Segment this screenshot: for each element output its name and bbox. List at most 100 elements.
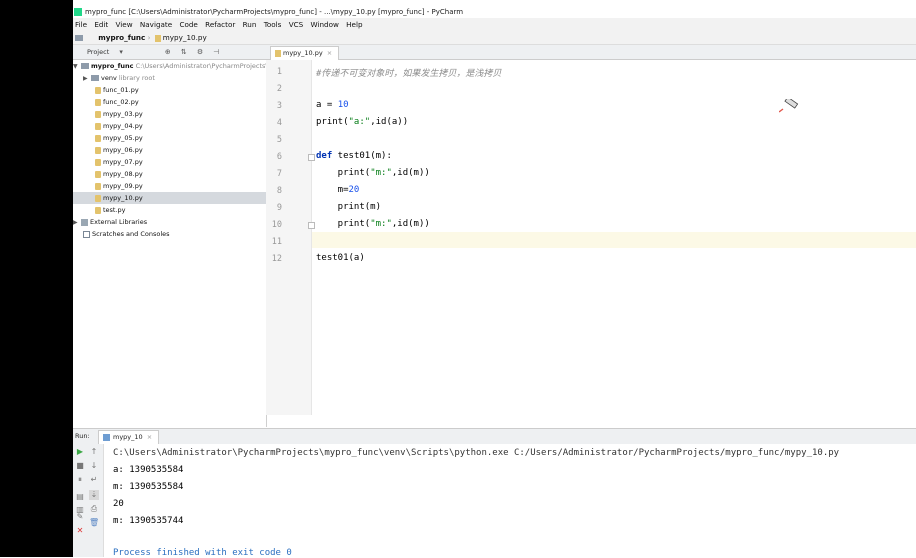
editor-tab-mypy-10[interactable]: mypy_10.py × — [270, 46, 340, 60]
menu-edit[interactable]: Edit — [94, 18, 108, 31]
code-token: print( — [316, 117, 349, 127]
tree-file[interactable]: mypy_06.py — [95, 144, 143, 156]
chevron-right-icon[interactable]: ▶ — [73, 217, 81, 229]
tree-file[interactable]: mypy_05.py — [95, 132, 143, 144]
tree-file[interactable]: mypy_07.py — [95, 156, 143, 168]
collapse-icon[interactable]: ⇅ — [181, 45, 187, 59]
tree-file[interactable]: func_01.py — [95, 84, 139, 96]
folder-icon — [91, 75, 99, 81]
code-line-9: print(m) — [316, 202, 382, 212]
close-icon[interactable]: ✕ — [75, 526, 85, 536]
tree-file[interactable]: mypy_09.py — [95, 180, 143, 192]
tree-scratches[interactable]: Scratches and Consoles — [83, 228, 170, 240]
console-line: 20 — [113, 499, 124, 509]
line-number: 3 — [276, 101, 282, 111]
menu-view[interactable]: View — [116, 18, 133, 31]
code-token: ,id(m)) — [391, 168, 430, 178]
tree-file-label: func_02.py — [103, 98, 139, 106]
line-number: 12 — [271, 254, 282, 264]
python-file-icon — [95, 122, 101, 130]
code-string: "m:" — [370, 219, 392, 229]
hide-icon[interactable]: ⊣ — [213, 45, 219, 59]
tree-external-libraries[interactable]: ▶ External Libraries — [73, 216, 147, 228]
close-icon[interactable]: × — [327, 49, 332, 57]
soft-wrap-icon[interactable]: ↵ — [89, 475, 99, 485]
line-number: 1 — [276, 67, 282, 77]
line-number: 5 — [276, 135, 282, 145]
tree-file-label: mypy_05.py — [103, 134, 143, 142]
tree-venv[interactable]: ▶ venv library root — [83, 72, 155, 84]
menu-refactor[interactable]: Refactor — [205, 18, 235, 31]
menu-run[interactable]: Run — [243, 18, 257, 31]
tree-venv-hint: library root — [118, 74, 155, 82]
breadcrumb-separator: › — [147, 33, 151, 42]
tree-file[interactable]: test.py — [95, 204, 126, 216]
menu-bar: File Edit View Navigate Code Refactor Ru… — [73, 18, 916, 31]
pen-cursor-icon — [779, 99, 799, 113]
breadcrumb: mypro_func › mypy_10.py — [73, 31, 916, 45]
code-line-8: m=20 — [316, 185, 360, 195]
code-line-3: a = 10 — [316, 100, 349, 110]
run-tab-mypy-10[interactable]: mypy_10 × — [98, 430, 160, 444]
code-token: ,id(a)) — [370, 117, 409, 127]
project-panel-title[interactable]: Project — [87, 48, 109, 56]
library-icon — [81, 218, 88, 226]
menu-help[interactable]: Help — [346, 18, 362, 31]
arrow-down-icon[interactable]: ↓ — [89, 461, 99, 471]
pause-icon[interactable]: ⏸ — [75, 475, 85, 485]
menu-tools[interactable]: Tools — [264, 18, 282, 31]
tree-file[interactable]: mypy_08.py — [95, 168, 143, 180]
chevron-down-icon[interactable]: ▼ — [73, 61, 81, 73]
trash-icon[interactable]: 🗑 — [89, 518, 99, 528]
chevron-down-icon[interactable]: ▾ — [119, 45, 123, 59]
pin-icon[interactable]: ✎ — [75, 512, 85, 522]
tree-file-selected[interactable]: mypy_10.py — [73, 192, 266, 204]
tree-file[interactable]: mypy_03.py — [95, 108, 143, 120]
python-file-icon — [95, 86, 101, 94]
python-file-icon — [154, 34, 161, 42]
run-tab-label: mypy_10 — [113, 433, 143, 441]
arrow-up-icon[interactable]: ↑ — [89, 447, 99, 457]
window-title: mypro_func [C:\Users\Administrator\Pycha… — [85, 8, 464, 16]
menu-file[interactable]: File — [75, 18, 87, 31]
breadcrumb-file[interactable]: mypy_10.py — [163, 33, 207, 42]
code-number: 10 — [337, 100, 349, 110]
menu-code[interactable]: Code — [179, 18, 197, 31]
menu-window[interactable]: Window — [311, 18, 339, 31]
breadcrumb-project[interactable]: mypro_func — [98, 33, 145, 42]
chevron-right-icon[interactable]: ▶ — [83, 73, 91, 85]
code-token: m= — [316, 185, 349, 195]
tree-file[interactable]: mypy_04.py — [95, 120, 143, 132]
tree-file-label: mypy_03.py — [103, 110, 143, 118]
line-number: 10 — [271, 220, 282, 230]
code-line-7: print("m:",id(m)) — [316, 168, 430, 178]
code-line-10: print("m:",id(m)) — [316, 219, 430, 229]
layout-icon[interactable]: ▤ — [75, 492, 85, 502]
scroll-to-end-icon[interactable]: ⇣ — [89, 490, 99, 500]
code-token: a = — [316, 100, 338, 110]
code-string: "m:" — [370, 168, 392, 178]
console-line: m: 1390535584 — [113, 482, 184, 492]
gear-icon[interactable]: ⚙ — [197, 45, 203, 59]
close-icon[interactable]: × — [147, 433, 152, 441]
code-line-12: test01(a) — [316, 253, 365, 263]
line-number: 7 — [276, 169, 282, 179]
menu-vcs[interactable]: VCS — [289, 18, 304, 31]
menu-navigate[interactable]: Navigate — [140, 18, 172, 31]
tree-scratches-label: Scratches and Consoles — [92, 230, 170, 238]
tree-file-label: mypy_09.py — [103, 182, 143, 190]
tree-file[interactable]: func_02.py — [95, 96, 139, 108]
fold-marker-icon[interactable] — [308, 154, 315, 161]
python-file-icon — [95, 158, 101, 166]
console-line: a: 1390535584 — [113, 465, 184, 475]
rerun-icon[interactable]: ▶ — [75, 447, 85, 457]
python-file-icon — [95, 170, 101, 178]
folder-icon — [81, 63, 89, 69]
locate-icon[interactable]: ⊕ — [165, 45, 171, 59]
tree-root-label: mypro_func — [91, 62, 134, 70]
print-icon[interactable]: ⎙ — [89, 504, 99, 514]
run-console[interactable]: C:\Users\Administrator\PycharmProjects\m… — [104, 444, 916, 558]
fold-marker-icon[interactable] — [308, 222, 315, 229]
code-editor[interactable]: 1 2 3 4 5 6 7 8 9 10 11 12 #传递不可变对象时，如果发… — [266, 60, 916, 415]
stop-icon[interactable]: ■ — [75, 461, 85, 471]
